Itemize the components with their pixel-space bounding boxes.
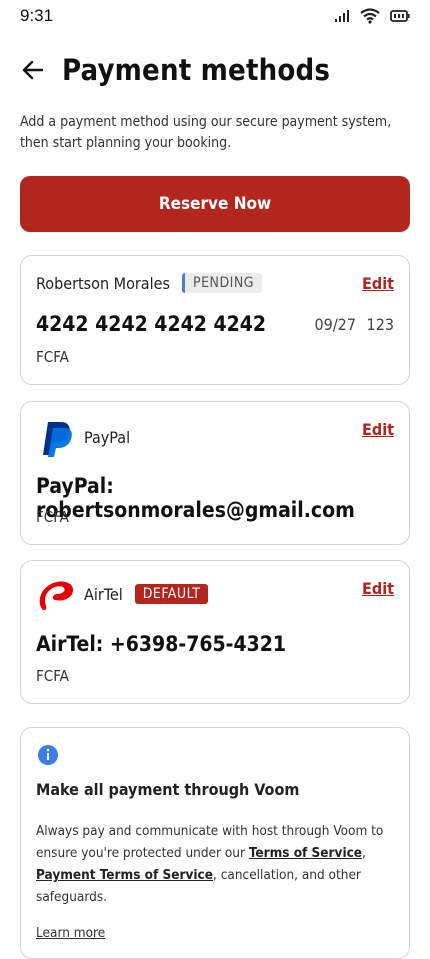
info-icon [38,745,58,765]
paypal-currency: FCFA [36,508,69,526]
page-title: Payment methods [62,53,331,87]
airtel-phone: AirTel: +6398-765-4321 [36,632,287,656]
header: Payment methods [20,50,330,90]
intro-text: Add a payment method using our secure pa… [20,114,392,151]
card-cvv: 123 [366,315,394,334]
card-expiry: 09/27 [314,315,356,334]
status-badge-pending: PENDING [181,273,263,293]
edit-card-link[interactable]: Edit [362,274,394,293]
airtel-name: AirTel [84,584,123,604]
info-text: Always pay and communicate with host thr… [36,820,386,944]
signal-icon [335,10,349,22]
reserve-now-button[interactable]: Reserve Now [20,176,410,232]
info-title: Make all payment through Voom [36,780,300,799]
terms-of-service-link[interactable]: Terms of Service [249,845,362,861]
paypal-logo-icon [43,422,72,457]
status-icons [334,8,410,24]
info-card: Make all payment through Voom Always pay… [20,727,410,959]
card-holder-row: Robertson Morales PENDING [36,273,263,293]
edit-airtel-link[interactable]: Edit [362,579,394,598]
default-badge: DEFAULT [134,584,209,604]
info-text-part: , [362,845,366,861]
status-time: 9:31 [20,6,54,25]
paypal-name: PayPal [84,428,131,447]
payment-card-airtel[interactable]: AirTel DEFAULT Edit AirTel: +6398-765-43… [20,560,410,704]
paypal-email: PayPal: robertsonmorales@gmail.com [36,474,355,522]
airtel-name-row: AirTel DEFAULT [84,584,209,604]
edit-paypal-link[interactable]: Edit [362,420,394,439]
card-holder-name: Robertson Morales [36,273,170,293]
wifi-icon [360,8,380,24]
battery-icon [390,10,410,22]
back-arrow-icon[interactable] [20,57,46,83]
payment-terms-link[interactable]: Payment Terms of Service [36,867,213,883]
airtel-currency: FCFA [36,667,69,685]
payment-card-paypal[interactable]: PayPal Edit PayPal: robertsonmorales@gma… [20,401,410,545]
payment-card-credit[interactable]: Robertson Morales PENDING Edit 4242 4242… [20,255,410,385]
card-number: 4242 4242 4242 4242 [36,312,267,336]
learn-more-link[interactable]: Learn more [36,922,386,944]
card-currency: FCFA [36,348,69,366]
airtel-logo-icon [39,581,73,610]
status-bar: 9:31 [0,0,430,34]
